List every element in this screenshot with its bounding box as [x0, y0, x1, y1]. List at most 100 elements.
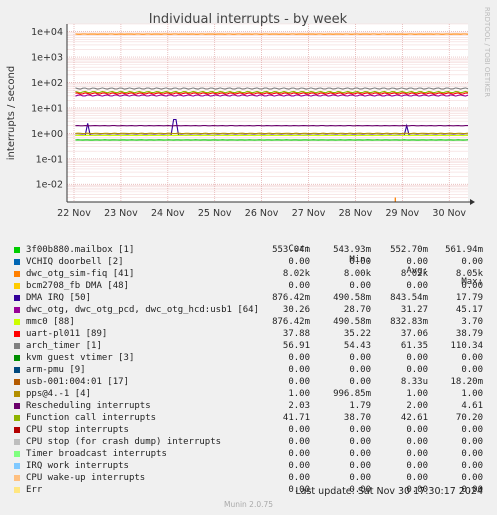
- legend-max-value: 1.00: [461, 389, 483, 399]
- x-tick-label: 30 Nov: [432, 208, 466, 219]
- legend-series-name: mmc0 [88]: [26, 317, 75, 327]
- legend-series-name: bcm2708_fb DMA [48]: [26, 281, 129, 291]
- legend-cur-value: 2.03: [288, 401, 310, 411]
- legend-cur-value: 876.42m: [272, 293, 310, 303]
- x-tick-label: 29 Nov: [386, 208, 420, 219]
- legend-max-value: 70.20: [455, 413, 483, 423]
- legend-cur-value: 0.00: [288, 473, 310, 483]
- legend-cur-value: 0.00: [288, 449, 310, 459]
- legend-cur-value: 553.04m: [272, 245, 310, 255]
- legend-max-value: 4.61: [461, 401, 483, 411]
- y-tick-label: 1e+03: [31, 53, 63, 64]
- legend-max-value: 0.00: [461, 473, 483, 483]
- legend-row: Rescheduling interrupts 2.03 1.79 2.00 4.61: [12, 400, 490, 412]
- legend-swatch: [14, 415, 20, 421]
- legend-series-name: Function call interrupts: [26, 413, 157, 423]
- legend-cur-value: 0.00: [288, 461, 310, 471]
- legend-series-name: pps@4.-1 [4]: [26, 389, 92, 399]
- legend-series-name: arm-pmu [9]: [26, 365, 86, 375]
- legend-max-value: 0.00: [461, 437, 483, 447]
- legend-series-name: Timer broadcast interrupts: [26, 449, 167, 459]
- legend-series-name: IRQ work interrupts: [26, 461, 129, 471]
- legend-cur-value: 0.00: [288, 425, 310, 435]
- legend-cur-value: 1.00: [288, 389, 310, 399]
- legend-swatch: [14, 463, 20, 469]
- legend-swatch: [14, 307, 20, 313]
- legend-swatch: [14, 295, 20, 301]
- legend-series-name: dwc_otg, dwc_otg_pcd, dwc_otg_hcd:usb1 […: [26, 305, 259, 315]
- legend-cur-value: 30.26: [282, 305, 310, 315]
- legend-cur-value: 0.00: [288, 437, 310, 447]
- legend-cur-value: 37.88: [282, 329, 310, 339]
- munin-version: Munin 2.0.75: [223, 500, 274, 509]
- legend-row: arm-pmu [9] 0.00 0.00 0.00 0.00: [12, 364, 490, 376]
- chart: 1e+04 1e+03 1e+02 1e+01 1e+00 1e-01 1e-02 22 N…: [6, 7, 491, 219]
- y-tick-label: 1e-01: [36, 154, 63, 165]
- legend-series-name: VCHIQ doorbell [2]: [26, 257, 124, 267]
- legend-row: CPU stop interrupts 0.00 0.00 0.00 0.00: [12, 424, 490, 436]
- legend-max-value: 0.00: [461, 365, 483, 375]
- x-tick-label: 27 Nov: [292, 208, 326, 219]
- legend-swatch: [14, 391, 20, 397]
- legend-series-name: DMA IRQ [50]: [26, 293, 92, 303]
- x-tick-label: 24 Nov: [151, 208, 185, 219]
- legend-series-name: kvm guest vtimer [3]: [26, 353, 135, 363]
- legend-series-name: Rescheduling interrupts: [26, 401, 151, 411]
- legend-max-value: 17.79: [455, 293, 483, 303]
- legend-series-name: arch_timer [1]: [26, 341, 102, 351]
- x-tick-label: 28 Nov: [339, 208, 373, 219]
- legend-max-value: 561.94m: [445, 245, 483, 255]
- legend-swatch: [14, 379, 20, 385]
- legend-row: mmc0 [88] 876.42m 490.58m 832.83m 3.70: [12, 316, 490, 328]
- plot-area: [67, 24, 468, 202]
- legend-max-value: 110.34: [450, 341, 483, 351]
- legend-row: DMA IRQ [50] 876.42m 490.58m 843.54m 17.79: [12, 292, 490, 304]
- legend-swatch: [14, 427, 20, 433]
- legend-row: uart-pl011 [89] 37.88 35.22 37.06 38.79: [12, 328, 490, 340]
- legend-row: pps@4.-1 [4] 1.00 996.85m 1.00 1.00: [12, 388, 490, 400]
- legend-swatch: [14, 343, 20, 349]
- legend-swatch: [14, 403, 20, 409]
- legend-swatch: [14, 331, 20, 337]
- legend-series-name: CPU stop interrupts: [26, 425, 129, 435]
- legend-row: VCHIQ doorbell [2] 0.00 0.00 0.00 0.00: [12, 256, 490, 268]
- legend-swatch: [14, 247, 20, 253]
- legend-max-value: 38.79: [455, 329, 483, 339]
- y-tick-label: 1e-02: [36, 180, 63, 191]
- legend-cur-value: 0.00: [288, 281, 310, 291]
- last-update: Last update: Sat Nov 30 17:30:17 2024: [295, 486, 483, 497]
- legend-row: 3f00b880.mailbox [1] 553.04m 543.93m 552.70…: [12, 244, 490, 256]
- y-tick-labels: 1e+04 1e+03 1e+02 1e+01 1e+00 1e-01 1e-02: [31, 27, 63, 191]
- legend-max-value: 3.70: [461, 317, 483, 327]
- legend-max-value: 0.00: [461, 257, 483, 267]
- legend-cur-value: 876.42m: [272, 317, 310, 327]
- y-tick-label: 1e+01: [31, 103, 63, 114]
- x-tick-labels: 22 Nov 23 Nov 24 Nov 25 Nov 26 Nov 27 Nov 28 N…: [57, 208, 466, 219]
- legend-series-name: usb-001:004:01 [17]: [26, 377, 129, 387]
- legend-series-name: uart-pl011 [89]: [26, 329, 108, 339]
- legend-swatch: [14, 475, 20, 481]
- legend-row: bcm2708_fb DMA [48] 0.00 0.00 0.00 0.00: [12, 280, 490, 292]
- legend-row: CPU stop (for crash dump) interrupts 0.00…: [12, 436, 490, 448]
- legend-row: IRQ work interrupts 0.00 0.00 0.00 0.00: [12, 460, 490, 472]
- legend-max-value: 0.00: [461, 353, 483, 363]
- legend-cur-value: 0.00: [288, 365, 310, 375]
- legend-cur-value: 8.02k: [282, 269, 310, 279]
- legend: Cur: Min: Avg: Max: 3f00b880.mailbox [1]…: [12, 233, 490, 496]
- legend-row: Function call interrupts 41.71 38.70 42.61 7…: [12, 412, 490, 424]
- legend-swatch: [14, 487, 20, 493]
- legend-series-name: 3f00b880.mailbox [1]: [26, 245, 135, 255]
- legend-series-name: Err: [26, 485, 43, 495]
- legend-row: dwc_otg, dwc_otg_pcd, dwc_otg_hcd:usb1 […: [12, 304, 490, 316]
- legend-max-value: 18.20m: [450, 377, 483, 387]
- legend-max-value: 45.17: [455, 305, 483, 315]
- y-tick-label: 1e+02: [31, 78, 63, 89]
- legend-series-name: CPU stop (for crash dump) interrupts: [26, 437, 222, 447]
- legend-cur-value: 0.00: [288, 257, 310, 267]
- x-tick-label: 25 Nov: [198, 208, 232, 219]
- y-tick-label: 1e+04: [31, 27, 63, 38]
- legend-swatch: [14, 271, 20, 277]
- legend-cur-value: 0.00: [288, 377, 310, 387]
- legend-max-value: 0.00: [461, 461, 483, 471]
- legend-cur-value: 41.71: [282, 413, 310, 423]
